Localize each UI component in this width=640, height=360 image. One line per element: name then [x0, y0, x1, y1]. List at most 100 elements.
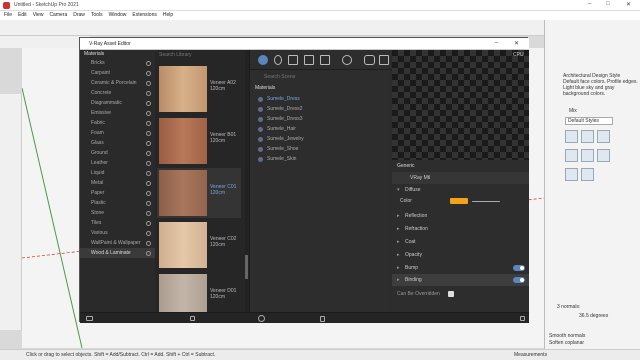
material-properties: Generic VRay Mtl ▾ Diffuse Color ▸ Reflec… — [392, 160, 529, 312]
style-thumbnail[interactable] — [581, 149, 594, 162]
materials-tab-icon[interactable] — [258, 55, 268, 65]
save-icon[interactable] — [520, 316, 525, 321]
scrollbar-thumb[interactable] — [245, 255, 248, 279]
delete-icon[interactable] — [320, 316, 325, 322]
menu-extensions[interactable]: Extensions — [132, 11, 156, 20]
color-slider[interactable] — [472, 201, 500, 202]
category-item[interactable]: Metal — [80, 178, 155, 188]
scene-material-item[interactable]: Sumele_Skin — [258, 156, 296, 163]
category-item[interactable]: Ground — [80, 148, 155, 158]
material-tile[interactable]: Veneer A02 120cm — [157, 64, 241, 114]
menu-tools[interactable]: Tools — [91, 11, 103, 20]
category-radio-icon — [146, 191, 151, 196]
scene-materials-header: Materials — [255, 85, 276, 91]
settings-gear-icon[interactable] — [342, 55, 352, 65]
category-radio-icon — [146, 241, 151, 246]
category-radio-icon — [146, 91, 151, 96]
smooth-normals-checkbox[interactable]: Smooth normals — [549, 333, 585, 339]
coat-section[interactable]: ▸ Coat — [392, 236, 529, 248]
expand-arrow-icon: ▸ — [397, 239, 400, 245]
scene-material-item[interactable]: Sumele_Hair — [258, 126, 296, 133]
menu-view[interactable]: View — [33, 11, 44, 20]
category-item[interactable]: Diagrammatic — [80, 98, 155, 108]
style-thumbnail[interactable] — [581, 130, 594, 143]
close-button[interactable]: ✕ — [626, 1, 631, 8]
category-item[interactable]: Paper — [80, 188, 155, 198]
maximize-button[interactable]: □ — [606, 1, 610, 7]
category-item[interactable]: Glass — [80, 138, 155, 148]
menu-camera[interactable]: Camera — [49, 11, 67, 20]
styles-select[interactable]: Default Styles — [565, 117, 613, 125]
add-material-icon[interactable] — [258, 315, 265, 322]
category-item[interactable]: Leather — [80, 158, 155, 168]
menu-help[interactable]: Help — [163, 11, 173, 20]
category-item-selected[interactable]: Wood & Laminate — [80, 248, 155, 258]
scene-search-input[interactable]: Search Scene — [264, 74, 295, 80]
bump-toggle[interactable] — [513, 265, 525, 271]
scene-material-item[interactable]: Sumele_Jewelry — [258, 136, 304, 143]
category-radio-icon — [146, 251, 151, 256]
category-item[interactable]: WallPaint & Wallpaper — [80, 238, 155, 248]
grid-view-icon[interactable] — [190, 316, 195, 321]
category-item[interactable]: Plastic — [80, 198, 155, 208]
tab-mix[interactable]: Mix — [569, 108, 577, 114]
category-item[interactable]: Fabric — [80, 118, 155, 128]
override-checkbox[interactable] — [448, 291, 454, 297]
category-item[interactable]: Tiles — [80, 218, 155, 228]
lights-tab-icon[interactable] — [274, 55, 282, 65]
category-item[interactable]: Emissive — [80, 108, 155, 118]
app-title: Untitled - SketchUp Pro 2021 — [14, 2, 79, 8]
binding-toggle[interactable] — [513, 277, 525, 283]
material-tile-selected[interactable]: Veneer C01 120cm — [157, 168, 241, 218]
normals-label: 3 normals: — [557, 304, 581, 310]
category-item[interactable]: Carpaint — [80, 68, 155, 78]
render-teapot-icon[interactable] — [364, 55, 375, 65]
diffuse-color-swatch[interactable] — [450, 198, 468, 204]
category-item[interactable]: Foam — [80, 128, 155, 138]
binding-section[interactable]: ▸ Binding — [392, 274, 529, 286]
material-tile[interactable]: Veneer D01 120cm — [157, 272, 241, 312]
category-item[interactable]: Ceramic & Porcelain — [80, 78, 155, 88]
vray-close-button[interactable]: ✕ — [514, 40, 519, 47]
category-item[interactable]: Liquid — [80, 168, 155, 178]
vray-minimize-button[interactable]: – — [495, 40, 498, 46]
menu-file[interactable]: File — [4, 11, 12, 20]
status-bar: Click or drag to select objects. Shift =… — [0, 349, 640, 360]
style-thumbnail[interactable] — [565, 130, 578, 143]
soften-coplanar-checkbox[interactable]: Soften coplanar — [549, 340, 584, 346]
geometry-tab-icon[interactable] — [288, 55, 298, 65]
scene-material-item[interactable]: Sumele_Shoe — [258, 146, 298, 153]
category-item[interactable]: Bricks — [80, 58, 155, 68]
category-radio-icon — [146, 101, 151, 106]
scene-material-item[interactable]: Sumele_Dress — [258, 96, 300, 103]
category-item[interactable]: Various — [80, 228, 155, 238]
render-elements-tab-icon[interactable] — [320, 55, 330, 65]
frame-buffer-icon[interactable] — [379, 55, 389, 65]
material-tile[interactable]: Veneer C02 120cm — [157, 220, 241, 270]
category-radio-icon — [146, 181, 151, 186]
category-radio-icon — [146, 121, 151, 126]
refraction-section[interactable]: ▸ Refraction — [392, 223, 529, 235]
textures-tab-icon[interactable] — [304, 55, 314, 65]
minimize-button[interactable]: – — [588, 1, 591, 7]
library-search-input[interactable]: Search Library — [159, 52, 192, 58]
category-item[interactable]: Concrete — [80, 88, 155, 98]
menu-edit[interactable]: Edit — [18, 11, 27, 20]
override-row[interactable]: Can Be Overridden — [392, 288, 529, 300]
category-item[interactable]: Stone — [80, 208, 155, 218]
material-dot-icon — [258, 157, 263, 162]
style-thumbnail[interactable] — [581, 168, 594, 181]
bump-section[interactable]: ▸ Bump — [392, 262, 529, 274]
style-thumbnail[interactable] — [565, 149, 578, 162]
style-thumbnail[interactable] — [597, 149, 610, 162]
reflection-section[interactable]: ▸ Reflection — [392, 210, 529, 222]
style-thumbnail[interactable] — [597, 130, 610, 143]
material-tile[interactable]: Veneer B01 120cm — [157, 116, 241, 166]
scene-material-item[interactable]: Sumele_Dress3 — [258, 116, 303, 123]
scene-material-item[interactable]: Sumele_Dress2 — [258, 106, 303, 113]
style-thumbnail[interactable] — [565, 168, 578, 181]
opacity-section[interactable]: ▸ Opacity — [392, 249, 529, 261]
open-folder-icon[interactable] — [86, 316, 93, 321]
menu-draw[interactable]: Draw — [73, 11, 85, 20]
menu-window[interactable]: Window — [109, 11, 127, 20]
